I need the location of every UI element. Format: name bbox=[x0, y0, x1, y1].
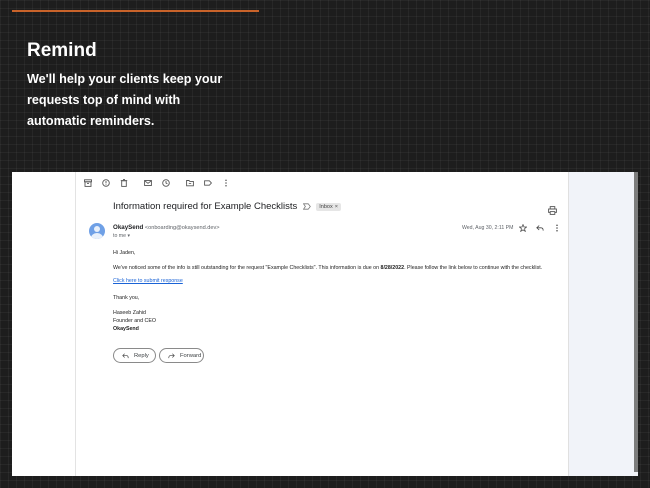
hero-title: Remind bbox=[27, 40, 97, 61]
inbox-label-badge[interactable]: Inbox × bbox=[316, 202, 341, 211]
more-vert-icon[interactable] bbox=[552, 223, 561, 232]
recipient-line[interactable]: to me ▾ bbox=[113, 233, 130, 239]
email-subject: Information required for Example Checkli… bbox=[113, 201, 298, 212]
reply-icon bbox=[122, 352, 129, 358]
snooze-icon[interactable] bbox=[161, 178, 171, 188]
greeting: Hi Jaden, bbox=[113, 250, 136, 256]
signature-name: Haseeb Zahid bbox=[113, 310, 146, 316]
forward-button[interactable]: Forward bbox=[159, 348, 204, 363]
archive-icon[interactable] bbox=[83, 178, 93, 188]
star-icon[interactable] bbox=[518, 223, 527, 232]
email-view: Information required for Example Checkli… bbox=[77, 172, 567, 476]
email-screenshot: Information required for Example Checkli… bbox=[12, 172, 638, 476]
reply-button[interactable]: Reply bbox=[113, 348, 156, 363]
sender-line: OkaySend <onboarding@okaysend.dev> bbox=[113, 224, 220, 231]
important-label-icon[interactable] bbox=[303, 203, 312, 210]
sender-name: OkaySend bbox=[113, 224, 144, 231]
label-icon[interactable] bbox=[203, 178, 213, 188]
accent-divider bbox=[12, 10, 259, 12]
move-to-icon[interactable] bbox=[185, 178, 195, 188]
forward-icon bbox=[168, 352, 175, 358]
subject-row: Information required for Example Checkli… bbox=[113, 201, 341, 212]
email-toolbar bbox=[83, 178, 239, 188]
left-navigation-pane bbox=[12, 172, 76, 476]
sender-avatar bbox=[89, 223, 105, 239]
closing-thanks: Thank you, bbox=[113, 295, 140, 301]
mark-unread-icon[interactable] bbox=[143, 178, 153, 188]
delete-icon[interactable] bbox=[119, 178, 129, 188]
due-date: 8/28/2022 bbox=[380, 265, 405, 271]
recipient-text: to me bbox=[113, 233, 126, 239]
signature-company: OkaySend bbox=[113, 326, 139, 332]
email-date: Wed, Aug 30, 2:11 PM bbox=[462, 225, 514, 231]
chevron-down-icon[interactable]: ▾ bbox=[127, 233, 130, 239]
remove-label-icon[interactable]: × bbox=[335, 204, 338, 210]
scrollbar[interactable] bbox=[634, 172, 638, 472]
print-icon[interactable] bbox=[548, 202, 557, 215]
right-side-panel bbox=[568, 172, 638, 476]
sender-email: <onboarding@okaysend.dev> bbox=[144, 225, 220, 231]
report-spam-icon[interactable] bbox=[101, 178, 111, 188]
reply-icon[interactable] bbox=[535, 223, 544, 232]
email-message: We've noticed some of the info is still … bbox=[113, 265, 543, 271]
more-vert-icon[interactable] bbox=[221, 178, 231, 188]
hero-description: We'll help your clients keep your reques… bbox=[27, 72, 223, 128]
submit-response-link[interactable]: Click here to submit response bbox=[113, 278, 563, 284]
signature-title: Founder and CEO bbox=[113, 318, 156, 324]
